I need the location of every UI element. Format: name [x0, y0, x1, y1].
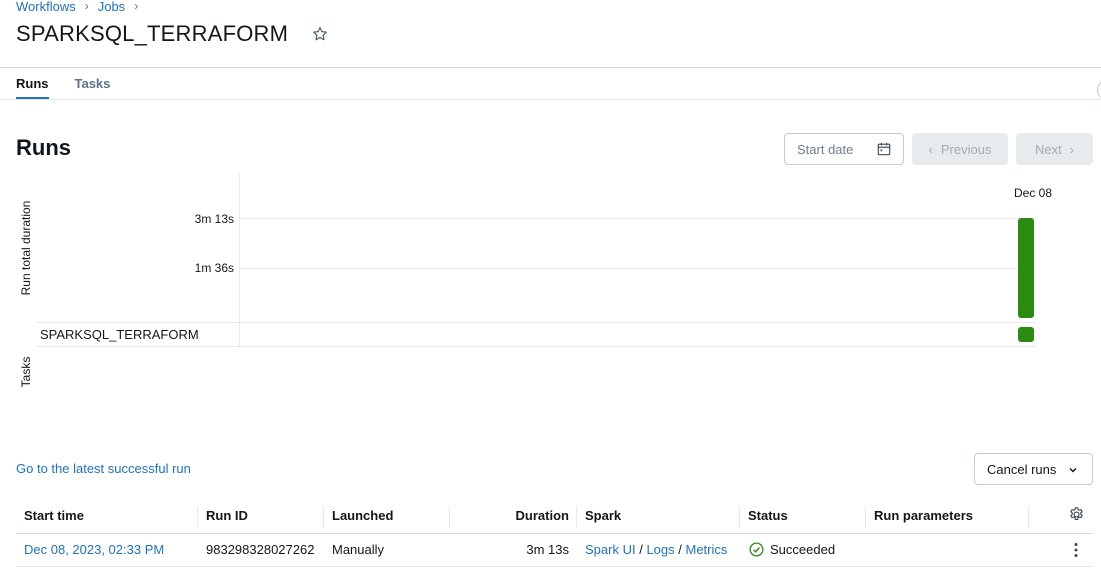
column-header-launched[interactable]: Launched — [332, 508, 393, 523]
next-button[interactable]: Next › — [1016, 133, 1093, 165]
calendar-icon — [877, 142, 891, 156]
spark-links: Spark UI / Logs / Metrics — [585, 542, 727, 557]
metrics-link[interactable]: Metrics — [686, 542, 728, 557]
chart-y-axis-label: Run total duration — [19, 200, 33, 296]
column-header-start-time[interactable]: Start time — [24, 508, 84, 523]
latest-successful-run-link[interactable]: Go to the latest successful run — [16, 461, 191, 476]
cancel-runs-label: Cancel runs — [987, 461, 1057, 477]
run-id: 983298328027262 — [206, 542, 315, 557]
table-row: Dec 08, 2023, 02:33 PM 983298328027262 M… — [16, 534, 1093, 567]
previous-button[interactable]: ‹ Previous — [912, 133, 1008, 165]
column-divider — [1028, 506, 1029, 528]
divider — [36, 346, 1036, 347]
gridline — [240, 268, 1036, 269]
status-label: Succeeded — [770, 542, 836, 557]
previous-label: Previous — [940, 141, 992, 157]
column-divider — [197, 506, 198, 528]
chevron-left-icon: ‹ — [928, 141, 933, 157]
chevron-down-icon — [1069, 467, 1077, 473]
breadcrumb: Workflows › Jobs › — [16, 0, 147, 14]
spark-ui-link[interactable]: Spark UI — [585, 542, 636, 557]
breadcrumb-workflows[interactable]: Workflows — [16, 0, 76, 14]
kebab-menu-icon[interactable] — [1072, 542, 1080, 558]
column-divider — [323, 506, 324, 528]
column-divider — [739, 506, 740, 528]
tab-runs[interactable]: Runs — [16, 76, 49, 100]
cancel-runs-button[interactable]: Cancel runs — [974, 453, 1093, 485]
gear-icon[interactable] — [1068, 506, 1085, 523]
task-status-cell[interactable] — [1018, 327, 1034, 342]
column-header-status[interactable]: Status — [748, 508, 788, 523]
y-tick-label: 3m 13s — [194, 212, 234, 226]
tab-tasks[interactable]: Tasks — [75, 76, 111, 100]
star-icon[interactable] — [311, 25, 329, 43]
column-divider — [865, 506, 866, 528]
y-tick-label: 1m 36s — [194, 261, 234, 275]
table-header: Start time Run ID Launched Duration Spar… — [16, 500, 1093, 534]
column-header-duration[interactable]: Duration — [469, 508, 569, 523]
status-cell: Succeeded — [749, 542, 835, 557]
check-circle-icon — [749, 542, 764, 557]
page-title: SPARKSQL_TERRAFORM — [16, 21, 289, 46]
column-header-run-parameters[interactable]: Run parameters — [874, 508, 973, 523]
link-separator: / — [678, 542, 686, 557]
breadcrumb-jobs[interactable]: Jobs — [98, 0, 125, 14]
column-header-spark[interactable]: Spark — [585, 508, 621, 523]
collapse-panel-button[interactable] — [1097, 80, 1101, 100]
start-date-input[interactable]: Start date — [784, 133, 904, 165]
column-divider — [576, 506, 577, 528]
duration-value: 3m 13s — [526, 542, 569, 557]
runs-heading: Runs — [16, 135, 71, 160]
chart-axis-line — [239, 173, 240, 347]
launched-value: Manually — [332, 542, 385, 557]
column-header-run-id[interactable]: Run ID — [206, 508, 248, 523]
task-row-label: SPARKSQL_TERRAFORM — [40, 327, 199, 342]
divider — [0, 67, 1101, 68]
chevron-right-icon: › — [84, 0, 89, 13]
tasks-axis-label: Tasks — [19, 356, 33, 388]
logs-link[interactable]: Logs — [646, 542, 674, 557]
next-label: Next — [1034, 141, 1062, 157]
divider — [36, 322, 1036, 323]
run-duration-bar[interactable] — [1018, 218, 1034, 318]
x-category-label: Dec 08 — [1014, 186, 1053, 200]
divider — [0, 99, 1101, 100]
chevron-right-icon: › — [1069, 141, 1075, 157]
start-date-placeholder: Start date — [797, 141, 854, 157]
run-start-time-link[interactable]: Dec 08, 2023, 02:33 PM — [24, 542, 164, 557]
column-divider — [449, 506, 450, 528]
chevron-right-icon: › — [134, 0, 139, 13]
tab-bar: Runs Tasks — [16, 76, 110, 100]
gridline — [240, 218, 1036, 219]
